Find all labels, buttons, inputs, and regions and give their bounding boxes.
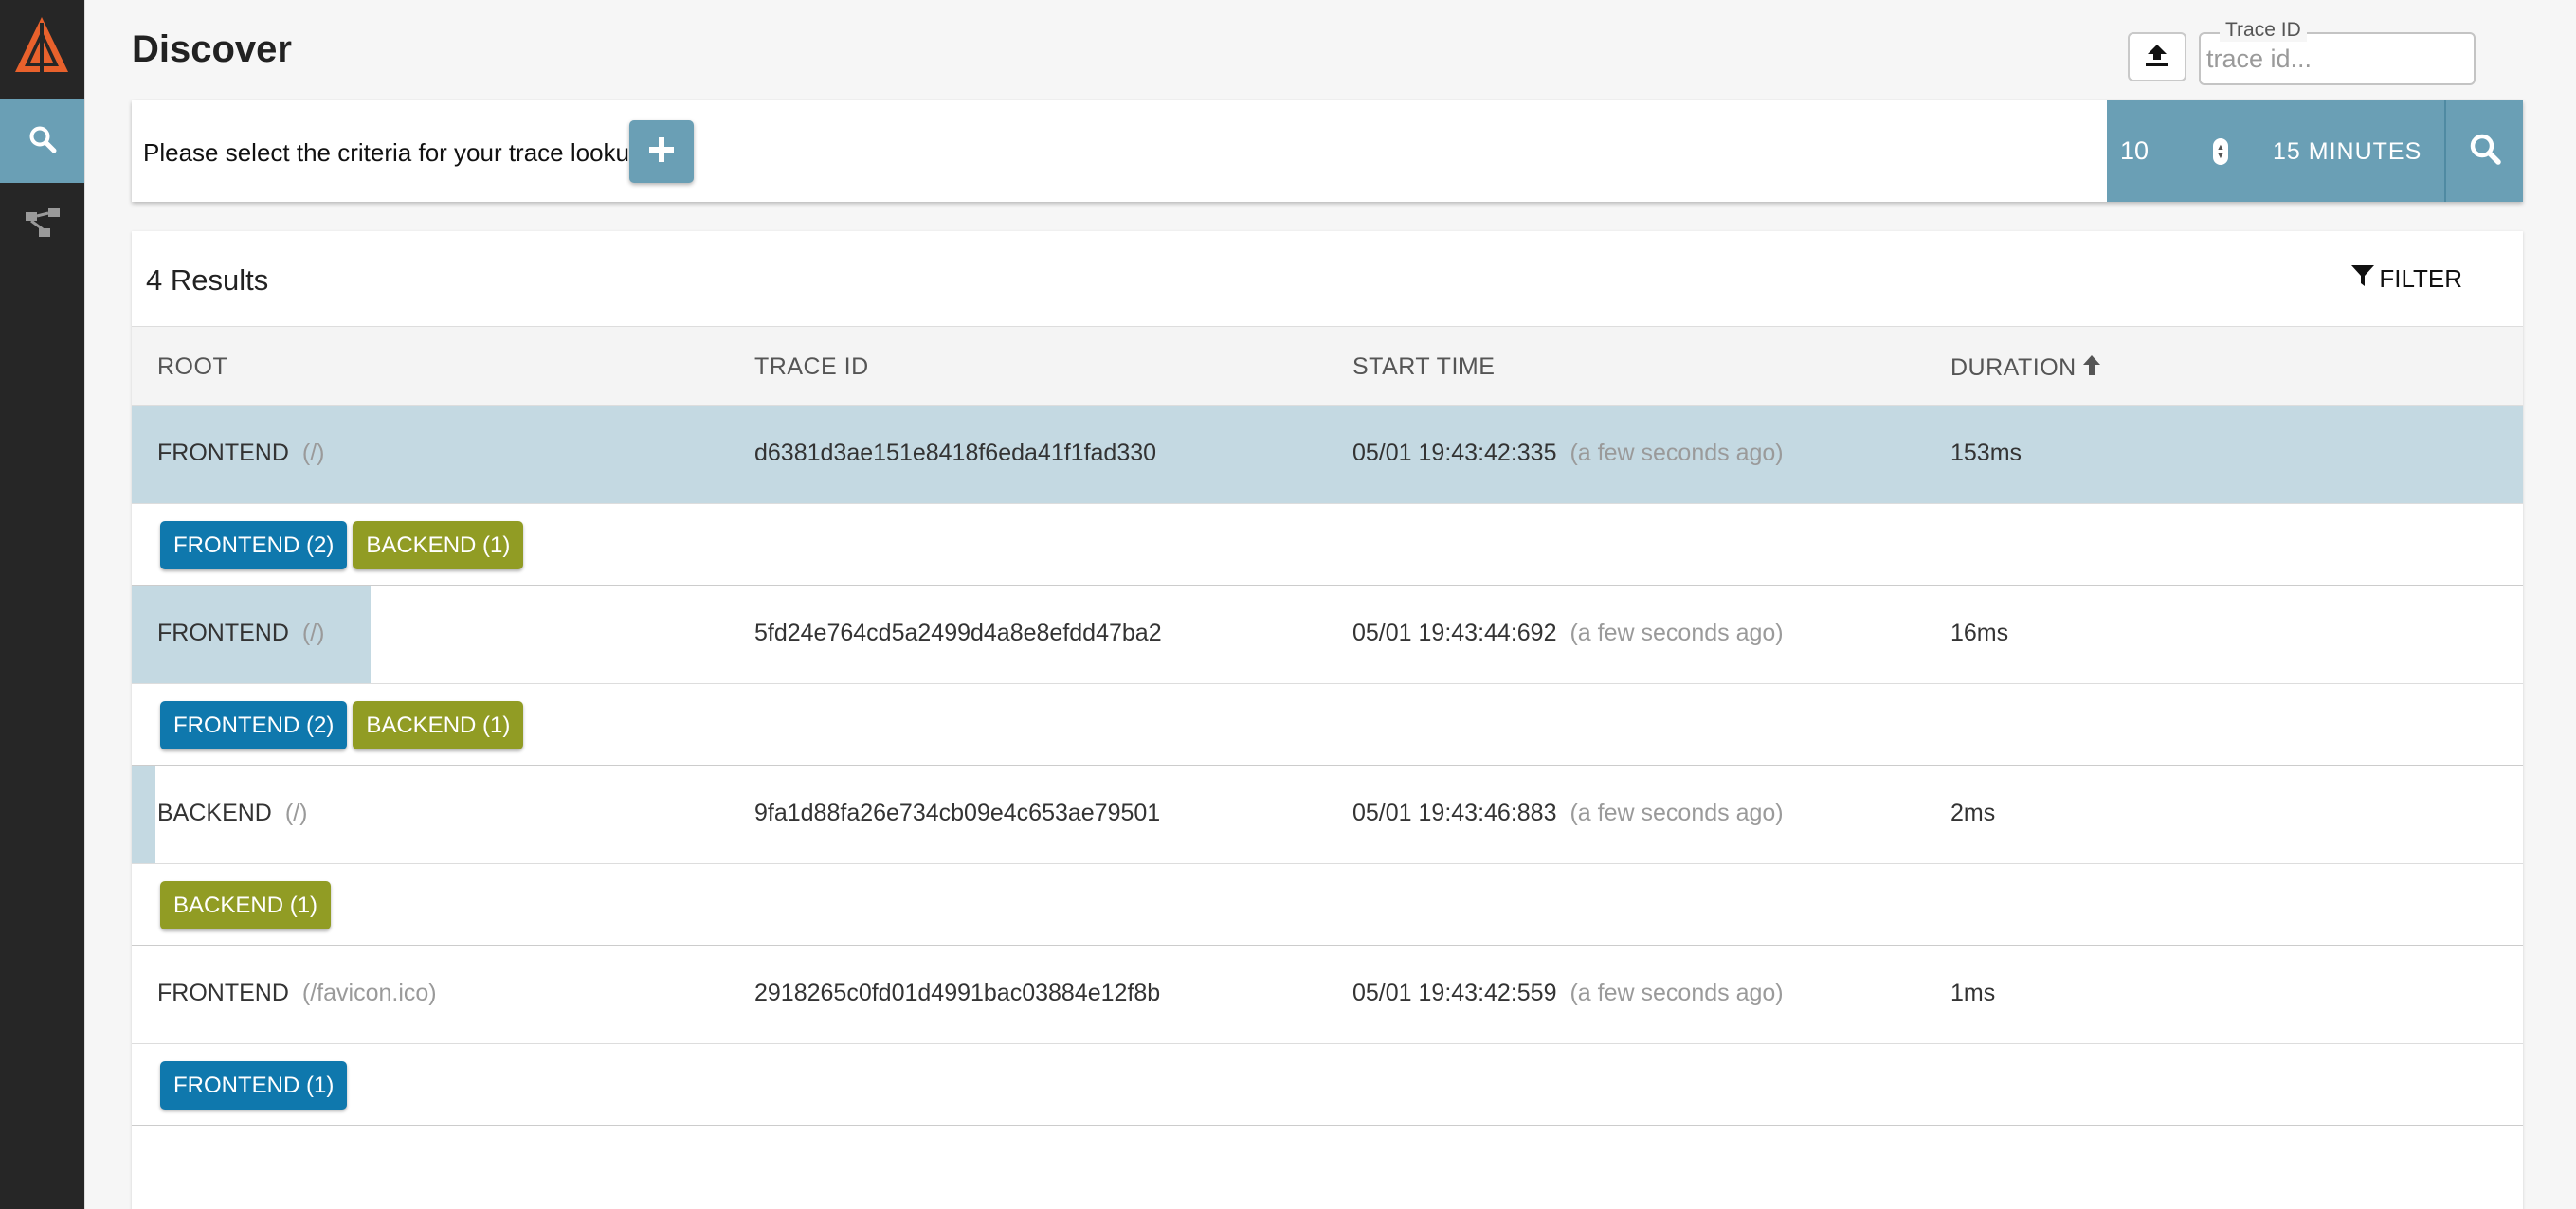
trace-id-cell: d6381d3ae151e8418f6eda41f1fad330 — [754, 440, 1157, 466]
service-tags: BACKEND (1) — [160, 881, 332, 929]
upload-icon — [2144, 43, 2170, 72]
column-label: START TIME — [1352, 353, 1496, 380]
root-service: FRONTEND — [157, 980, 289, 1006]
start-time: 05/01 19:43:46:883 — [1352, 800, 1557, 826]
trace-id-label: Trace ID — [2220, 19, 2307, 42]
lookback-select[interactable]: 15 MINUTES — [2273, 138, 2422, 166]
limit-and-lookback: 10 ▲ ▼ 15 MINUTES — [2107, 100, 2444, 202]
plus-icon — [647, 135, 676, 169]
dependency-tree-icon — [24, 207, 62, 244]
table-row[interactable]: FRONTEND (/) d6381d3ae151e8418f6eda41f1fa… — [132, 406, 2523, 503]
results-count: 4 Results — [146, 263, 269, 297]
root-service: FRONTEND — [157, 440, 289, 466]
start-time-cell: 05/01 19:43:46:883 (a few seconds ago) — [1352, 800, 1784, 827]
duration-cell: 2ms — [1950, 800, 1996, 826]
add-criteria-button[interactable] — [629, 120, 694, 183]
duration-cell: 153ms — [1950, 440, 2023, 466]
duration-cell: 16ms — [1950, 620, 2009, 646]
start-time-cell: 05/01 19:43:42:559 (a few seconds ago) — [1352, 980, 1784, 1007]
column-header-root[interactable]: ROOT — [157, 353, 227, 381]
duration-cell: 1ms — [1950, 980, 1996, 1006]
search-icon — [28, 125, 57, 158]
root-service: FRONTEND — [157, 620, 289, 646]
results-table-header: ROOT TRACE ID START TIME DURATION — [132, 326, 2523, 406]
table-row[interactable]: FRONTEND (/favicon.ico) 2918265c0fd01d499… — [132, 946, 2523, 1043]
search-controls: 10 ▲ ▼ 15 MINUTES — [2107, 100, 2523, 202]
service-tag-backend[interactable]: BACKEND (1) — [160, 881, 332, 929]
filter-icon — [2350, 263, 2375, 295]
sort-ascending-arrow-icon — [2082, 353, 2101, 383]
service-tag-frontend[interactable]: FRONTEND (2) — [160, 701, 348, 749]
results-card: 4 Results FILTER ROOT TRACE ID START TIM… — [132, 231, 2523, 1209]
search-criteria-bar: Please select the criteria for your trac… — [132, 100, 2523, 202]
start-time: 05/01 19:43:42:335 — [1352, 440, 1557, 466]
service-tag-frontend[interactable]: FRONTEND (1) — [160, 1061, 348, 1110]
column-label: DURATION — [1950, 354, 2077, 381]
root-cell: FRONTEND (/favicon.ico) — [157, 980, 437, 1007]
column-label: TRACE ID — [754, 353, 869, 380]
start-time-cell: 05/01 19:43:44:692 (a few seconds ago) — [1352, 620, 1784, 647]
filter-button[interactable]: FILTER — [2350, 263, 2462, 295]
root-path: (/) — [301, 620, 325, 646]
service-tags-row: FRONTEND (2) BACKEND (1) — [132, 503, 2523, 586]
column-label: ROOT — [157, 353, 228, 380]
limit-input[interactable]: 10 — [2120, 136, 2149, 166]
sidebar-item-dependencies[interactable] — [0, 183, 84, 266]
root-service: BACKEND — [157, 800, 272, 826]
root-path: (/) — [301, 440, 325, 466]
limit-spinner-icon[interactable]: ▲ ▼ — [2213, 138, 2228, 165]
table-row[interactable]: BACKEND (/) 9fa1d88fa26e734cb09e4c653ae79… — [132, 766, 2523, 863]
column-header-duration[interactable]: DURATION — [1950, 353, 2101, 383]
service-tag-backend[interactable]: BACKEND (1) — [353, 701, 524, 749]
start-time: 05/01 19:43:44:692 — [1352, 620, 1557, 646]
root-cell: FRONTEND (/) — [157, 440, 325, 467]
service-tags-row: FRONTEND (2) BACKEND (1) — [132, 683, 2523, 766]
trace-id-cell: 2918265c0fd01d4991bac03884e12f8b — [754, 980, 1161, 1006]
sidebar — [0, 0, 84, 1209]
trace-id-field: Trace ID — [2199, 19, 2476, 85]
trace-id-cell: 9fa1d88fa26e734cb09e4c653ae79501 — [754, 800, 1161, 826]
main-content: Discover Trace ID Please select the crit… — [84, 0, 2576, 1209]
trace-id-cell: 5fd24e764cd5a2499d4a8e8efdd47ba2 — [754, 620, 1162, 646]
relative-time: (a few seconds ago) — [1569, 440, 1784, 466]
service-tag-backend[interactable]: BACKEND (1) — [353, 521, 524, 569]
start-time: 05/01 19:43:42:559 — [1352, 980, 1557, 1006]
column-header-start-time[interactable]: START TIME — [1352, 353, 1495, 381]
run-search-button[interactable] — [2444, 100, 2523, 202]
relative-time: (a few seconds ago) — [1569, 980, 1784, 1006]
criteria-prompt: Please select the criteria for your trac… — [143, 138, 644, 167]
column-header-trace-id[interactable]: TRACE ID — [754, 353, 869, 381]
zipkin-logo[interactable] — [11, 13, 72, 81]
sidebar-item-discover[interactable] — [0, 99, 84, 183]
root-path: (/) — [284, 800, 308, 826]
root-path: (/favicon.ico) — [301, 980, 437, 1006]
service-tags: FRONTEND (2) BACKEND (1) — [160, 521, 524, 569]
service-tag-frontend[interactable]: FRONTEND (2) — [160, 521, 348, 569]
root-cell: FRONTEND (/) — [157, 620, 325, 647]
relative-time: (a few seconds ago) — [1569, 800, 1784, 826]
page-title: Discover — [132, 28, 292, 70]
duration-bar — [132, 766, 155, 863]
table-row[interactable]: FRONTEND (/) 5fd24e764cd5a2499d4a8e8efdd4… — [132, 586, 2523, 683]
service-tags: FRONTEND (2) BACKEND (1) — [160, 701, 524, 749]
service-tags: FRONTEND (1) — [160, 1061, 348, 1110]
filter-label: FILTER — [2379, 264, 2462, 293]
search-icon — [2469, 133, 2501, 170]
service-tags-row: BACKEND (1) — [132, 863, 2523, 946]
relative-time: (a few seconds ago) — [1569, 620, 1784, 646]
service-tags-row: FRONTEND (1) — [132, 1043, 2523, 1126]
duration-bar — [132, 406, 2523, 503]
start-time-cell: 05/01 19:43:42:335 (a few seconds ago) — [1352, 440, 1784, 467]
root-cell: BACKEND (/) — [157, 800, 307, 827]
trace-id-input[interactable] — [2204, 42, 2470, 76]
upload-json-button[interactable] — [2128, 32, 2186, 81]
